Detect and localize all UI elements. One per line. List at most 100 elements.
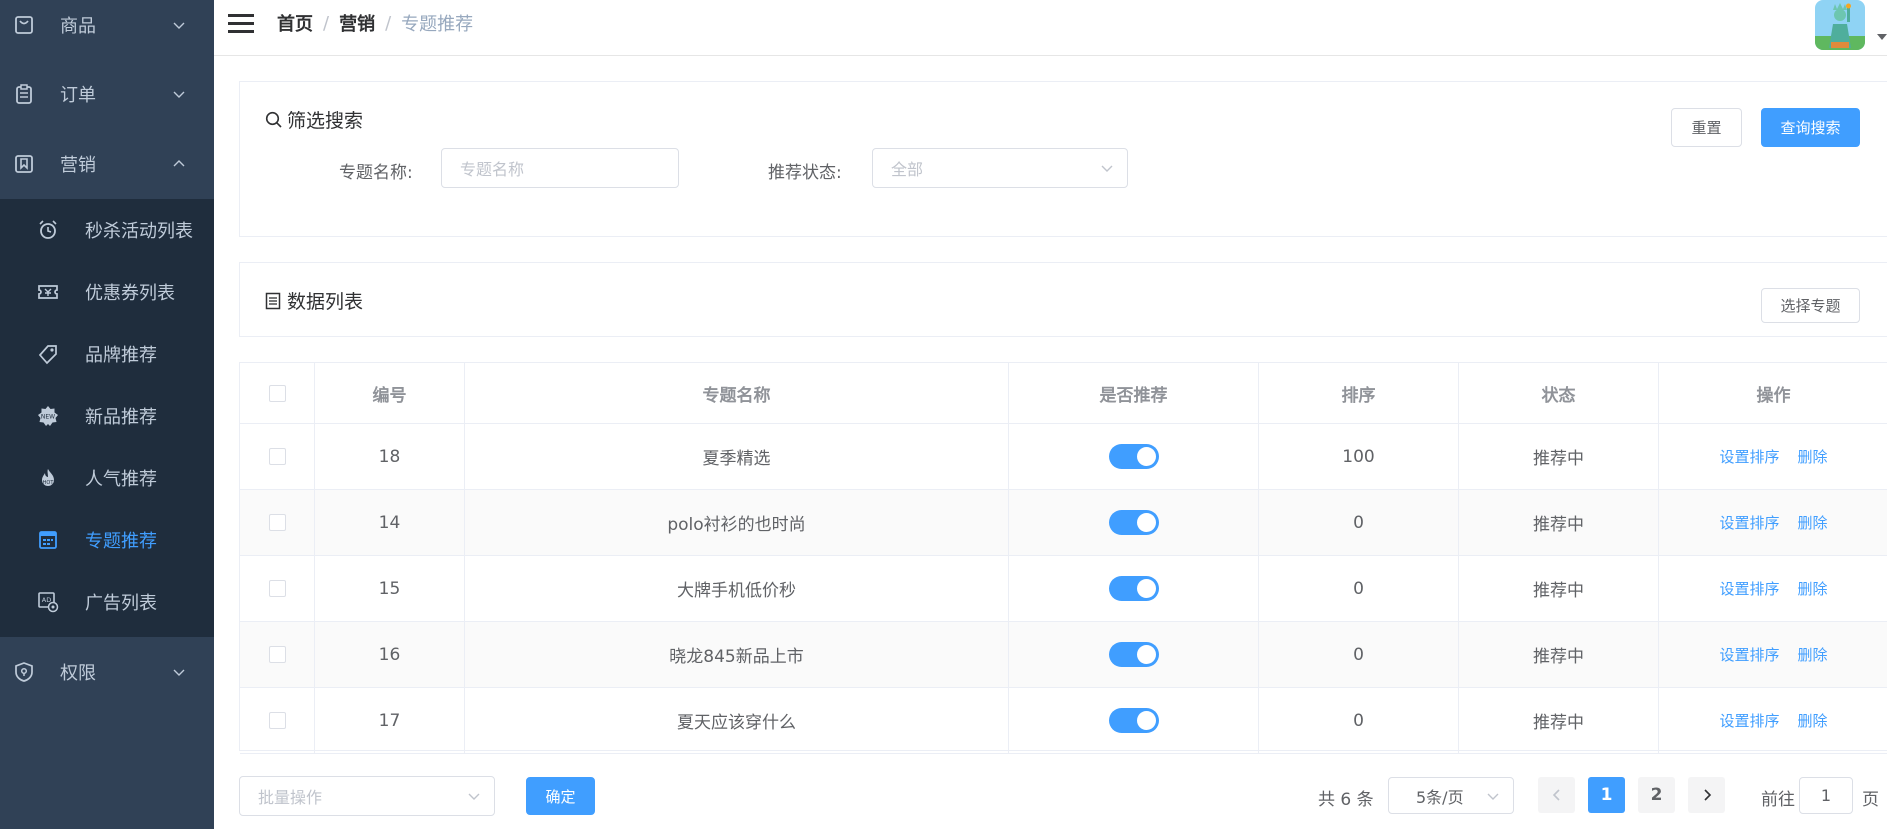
select-all-checkbox[interactable] bbox=[268, 384, 286, 402]
new-badge-icon: NEW bbox=[38, 406, 58, 426]
recommend-toggle-switch[interactable] bbox=[1108, 576, 1159, 601]
list-title: 数据列表 bbox=[265, 287, 363, 314]
set-sort-link[interactable]: 设置排序 bbox=[1719, 578, 1779, 599]
submenu-label: 人气推荐 bbox=[85, 469, 157, 490]
cell-topic-name: 大牌手机低价秒 bbox=[465, 556, 1009, 622]
cell-status: 推荐中 bbox=[1459, 424, 1659, 490]
status-select-value: 全部 bbox=[891, 160, 924, 179]
menu-item-marketing[interactable]: 营销 bbox=[0, 129, 214, 199]
menu-label: 营销 bbox=[60, 155, 96, 176]
cell-recommend bbox=[1009, 424, 1259, 490]
page-button-1[interactable]: 1 bbox=[1588, 777, 1625, 813]
set-sort-link[interactable]: 设置排序 bbox=[1719, 644, 1779, 665]
tag-icon bbox=[38, 345, 57, 365]
breadcrumb-separator: / bbox=[323, 12, 330, 34]
submenu-marketing: 秒杀活动列表 优惠券列表 品牌推荐 NEW 新品推荐 HOT 人气推荐 专题推荐… bbox=[0, 199, 214, 637]
menu-label: 商品 bbox=[60, 16, 96, 37]
filter-title: 筛选搜索 bbox=[265, 106, 363, 133]
chevron-down-icon bbox=[173, 91, 185, 98]
delete-link[interactable]: 删除 bbox=[1798, 578, 1828, 599]
cell-recommend bbox=[1009, 556, 1259, 622]
breadcrumb-marketing[interactable]: 营销 bbox=[339, 10, 375, 36]
submenu-item-popular[interactable]: HOT 人气推荐 bbox=[0, 447, 214, 509]
navbar: 首页 / 营销 / 专题推荐 bbox=[214, 0, 1887, 56]
row-checkbox[interactable] bbox=[268, 580, 286, 597]
row-checkbox[interactable] bbox=[268, 646, 286, 663]
breadcrumb-home[interactable]: 首页 bbox=[277, 10, 313, 36]
chevron-right-icon bbox=[1703, 789, 1711, 801]
select-topic-button[interactable]: 选择专题 bbox=[1761, 288, 1860, 323]
submenu-item-topics[interactable]: 专题推荐 bbox=[0, 509, 214, 571]
goto-suffix: 页 bbox=[1862, 790, 1879, 810]
menu-item-orders[interactable]: 订单 bbox=[0, 59, 214, 129]
submenu-item-brand[interactable]: 品牌推荐 bbox=[0, 323, 214, 385]
recommend-status-select[interactable]: 全部 bbox=[872, 148, 1128, 188]
table-row-checkbox-cell bbox=[240, 490, 315, 556]
search-button[interactable]: 查询搜索 bbox=[1761, 108, 1860, 147]
chevron-up-icon bbox=[173, 160, 185, 167]
delete-link[interactable]: 删除 bbox=[1798, 512, 1828, 533]
search-icon bbox=[265, 111, 282, 128]
col-header-status: 状态 bbox=[1459, 363, 1659, 424]
cell-id: 15 bbox=[315, 556, 465, 622]
set-sort-link[interactable]: 设置排序 bbox=[1719, 446, 1779, 467]
row-checkbox[interactable] bbox=[268, 712, 286, 729]
cell-actions: 设置排序 删除 bbox=[1659, 622, 1887, 688]
hamburger-menu-icon[interactable] bbox=[228, 12, 254, 34]
calendar-grid-icon bbox=[39, 531, 57, 549]
cell-topic-name: polo衬衫的也时尚 bbox=[465, 490, 1009, 556]
breadcrumb-separator: / bbox=[385, 12, 392, 34]
submenu-item-flash-sale[interactable]: 秒杀活动列表 bbox=[0, 199, 214, 261]
avatar[interactable] bbox=[1815, 0, 1865, 50]
menu-item-goods[interactable]: 商品 bbox=[0, 0, 214, 60]
menu-item-permissions[interactable]: 权限 bbox=[0, 637, 214, 707]
alarm-clock-icon bbox=[39, 220, 57, 239]
sidebar: 商品 订单 营销 秒杀活动列表 优惠券列表 品牌推荐 NEW 新品推荐 HOT bbox=[0, 0, 214, 829]
menu-label: 订单 bbox=[60, 85, 96, 106]
cell-topic-name: 夏天应该穿什么 bbox=[465, 688, 1009, 754]
recommend-toggle-switch[interactable] bbox=[1108, 642, 1159, 667]
shield-icon bbox=[15, 662, 33, 682]
list-header-card: 数据列表 选择专题 bbox=[239, 262, 1887, 337]
header-checkbox-cell bbox=[240, 363, 315, 424]
breadcrumb: 首页 / 营销 / 专题推荐 bbox=[277, 10, 473, 36]
submenu-item-ads[interactable]: AD 广告列表 bbox=[0, 571, 214, 633]
topic-name-input[interactable]: 专题名称 bbox=[441, 148, 679, 188]
page-button-2[interactable]: 2 bbox=[1638, 777, 1675, 813]
recommend-toggle-switch[interactable] bbox=[1108, 444, 1159, 469]
chevron-down-icon bbox=[1487, 793, 1499, 800]
submenu-item-new-products[interactable]: NEW 新品推荐 bbox=[0, 385, 214, 447]
chevron-down-icon bbox=[1101, 165, 1113, 172]
row-checkbox[interactable] bbox=[268, 514, 286, 531]
cell-id: 14 bbox=[315, 490, 465, 556]
filter-card: 筛选搜索 重置 查询搜索 专题名称: 专题名称 推荐状态: 全部 bbox=[239, 81, 1887, 237]
caret-down-icon[interactable] bbox=[1877, 34, 1887, 40]
reset-button[interactable]: 重置 bbox=[1671, 108, 1742, 147]
batch-operation-placeholder: 批量操作 bbox=[258, 788, 323, 807]
confirm-button[interactable]: 确定 bbox=[526, 777, 595, 815]
delete-link[interactable]: 删除 bbox=[1798, 446, 1828, 467]
next-page-button[interactable] bbox=[1688, 777, 1725, 813]
pagination-total: 共 6 条 bbox=[1318, 790, 1374, 810]
cell-topic-name: 晓龙845新品上市 bbox=[465, 622, 1009, 688]
set-sort-link[interactable]: 设置排序 bbox=[1719, 710, 1779, 731]
bookmark-icon bbox=[15, 155, 33, 173]
page-size-select[interactable]: 5条/页 bbox=[1388, 777, 1514, 814]
delete-link[interactable]: 删除 bbox=[1798, 710, 1828, 731]
recommend-toggle-switch[interactable] bbox=[1108, 510, 1159, 535]
batch-operation-select[interactable]: 批量操作 bbox=[239, 776, 495, 816]
row-checkbox[interactable] bbox=[268, 448, 286, 465]
cell-id: 16 bbox=[315, 622, 465, 688]
col-header-name: 专题名称 bbox=[465, 363, 1009, 424]
cell-status: 推荐中 bbox=[1459, 688, 1659, 754]
cell-recommend bbox=[1009, 622, 1259, 688]
submenu-label: 优惠券列表 bbox=[85, 283, 175, 304]
submenu-item-coupons[interactable]: 优惠券列表 bbox=[0, 261, 214, 323]
delete-link[interactable]: 删除 bbox=[1798, 644, 1828, 665]
submenu-label: 专题推荐 bbox=[85, 531, 157, 552]
recommend-toggle-switch[interactable] bbox=[1108, 708, 1159, 733]
set-sort-link[interactable]: 设置排序 bbox=[1719, 512, 1779, 533]
prev-page-button[interactable] bbox=[1538, 777, 1575, 813]
table-row-checkbox-cell bbox=[240, 688, 315, 754]
goto-page-input[interactable]: 1 bbox=[1799, 777, 1853, 814]
